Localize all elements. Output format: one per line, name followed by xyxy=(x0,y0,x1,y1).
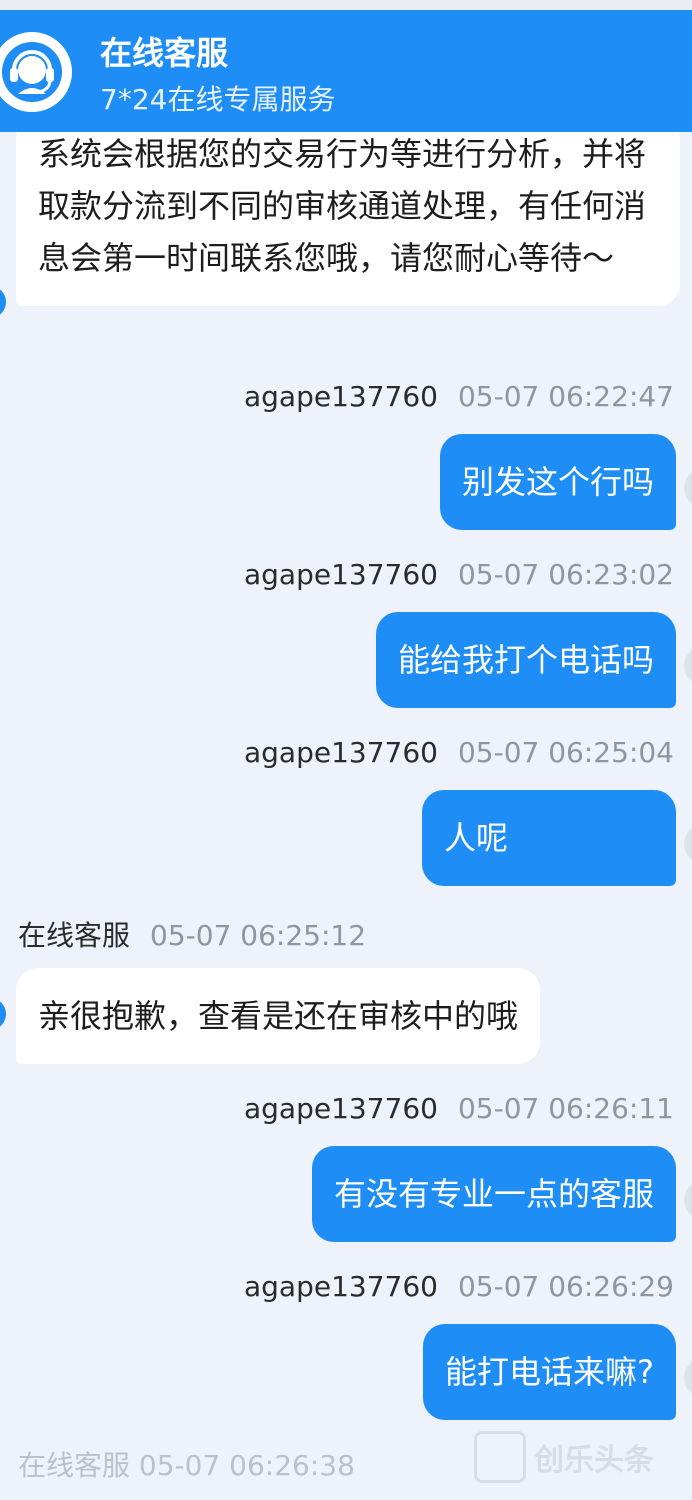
message-meta: 在线客服 05-07 06:25:12 xyxy=(18,914,366,954)
message-time: 05-07 06:23:02 xyxy=(457,558,674,591)
message-bubble-outgoing: 人呢 xyxy=(422,790,676,886)
message-bubble-incoming: 亲很抱歉，查看是还在审核中的哦 xyxy=(16,968,541,1064)
message-bubble-incoming: 系统会根据您的交易行为等进行分析，并将取款分流到不同的审核通道处理，有任何消息会… xyxy=(16,118,680,306)
headset-agent-icon xyxy=(2,42,62,102)
sender-name: agape137760 xyxy=(244,1270,438,1303)
message-bubble-outgoing: 能打电话来嘛? xyxy=(423,1324,676,1420)
message-text: 人呢 xyxy=(444,819,509,857)
user-avatar xyxy=(684,646,692,686)
message-bubble-outgoing: 别发这个行吗 xyxy=(439,434,676,530)
agent-avatar xyxy=(0,286,6,318)
sender-name: agape137760 xyxy=(244,380,438,413)
message-bubble-outgoing: 能给我打个电话吗 xyxy=(375,612,676,708)
partial-message-meta: 在线客服 05-07 06:26:38 xyxy=(18,1449,355,1482)
header-subtitle: 7*24在线专属服务 xyxy=(100,83,336,116)
sender-name: agape137760 xyxy=(244,736,438,769)
watermark: 创乐头条 xyxy=(474,1422,684,1492)
message-time: 05-07 06:22:47 xyxy=(457,380,674,413)
message-time: 05-07 06:26:11 xyxy=(457,1092,674,1125)
support-agent-avatar[interactable] xyxy=(0,32,72,112)
message-time: 05-07 06:26:29 xyxy=(457,1270,674,1303)
message-text: 亲很抱歉，查看是还在审核中的哦 xyxy=(38,997,519,1035)
user-avatar xyxy=(684,1180,692,1220)
message-meta: agape137760 05-07 06:26:29 xyxy=(244,1270,674,1303)
message-text: 能打电话来嘛? xyxy=(445,1353,654,1391)
user-avatar xyxy=(684,824,692,864)
message-meta: agape137760 05-07 06:26:11 xyxy=(244,1092,674,1125)
message-text: 系统会根据您的交易行为等进行分析，并将取款分流到不同的审核通道处理，有任何消息会… xyxy=(38,135,647,277)
chat-header: 在线客服 7*24在线专属服务 xyxy=(0,0,692,132)
message-time: 05-07 06:25:12 xyxy=(150,919,367,952)
sender-name: agape137760 xyxy=(244,1092,438,1125)
message-meta: agape137760 05-07 06:25:04 xyxy=(244,736,674,769)
agent-avatar xyxy=(0,998,6,1030)
message-text: 别发这个行吗 xyxy=(461,463,654,501)
message-meta: agape137760 05-07 06:23:02 xyxy=(244,558,674,591)
message-meta: agape137760 05-07 06:22:47 xyxy=(244,380,674,413)
message-text: 能给我打个电话吗 xyxy=(397,641,654,679)
sender-name: agape137760 xyxy=(244,558,438,591)
message-bubble-outgoing: 有没有专业一点的客服 xyxy=(311,1146,676,1242)
message-text: 有没有专业一点的客服 xyxy=(333,1175,654,1213)
header-title: 在线客服 xyxy=(100,34,229,72)
chat-area[interactable]: 系统会根据您的交易行为等进行分析，并将取款分流到不同的审核通道处理，有任何消息会… xyxy=(0,0,692,1500)
message-time: 05-07 06:25:04 xyxy=(457,736,674,769)
user-avatar xyxy=(684,1358,692,1398)
watermark-logo-icon xyxy=(474,1431,526,1483)
sender-name: 在线客服 xyxy=(18,919,131,952)
watermark-text: 创乐头条 xyxy=(534,1443,654,1478)
user-avatar xyxy=(684,468,692,508)
